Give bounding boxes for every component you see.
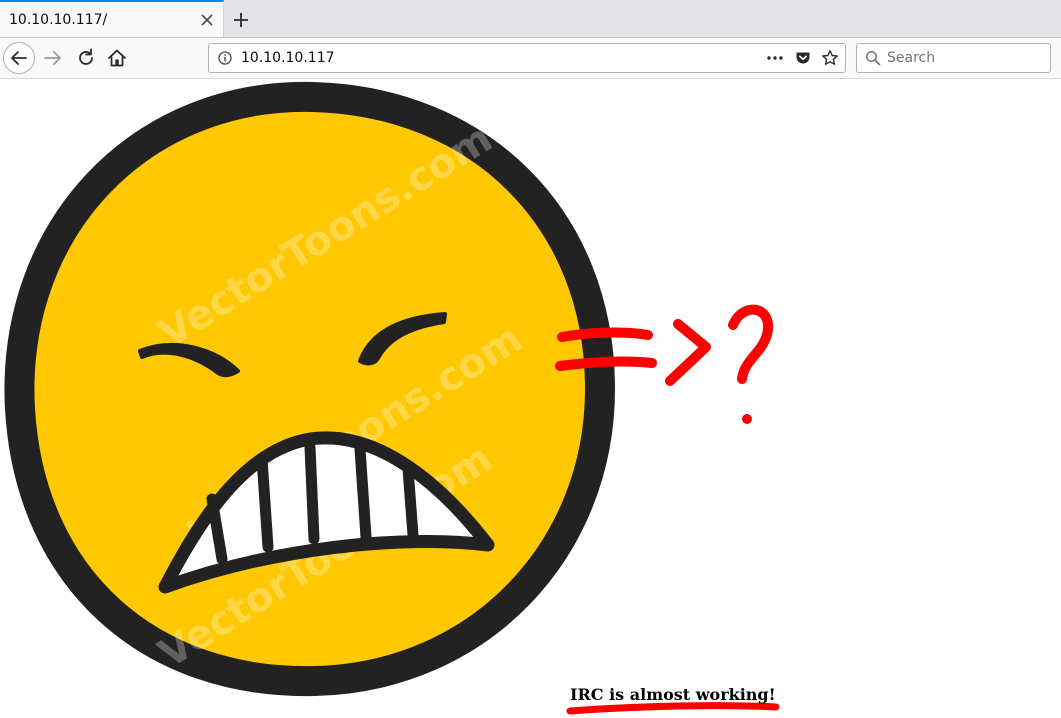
back-arrow-icon	[11, 51, 27, 65]
search-input[interactable]	[887, 48, 1042, 68]
more-icon[interactable]	[766, 51, 784, 65]
tab-title: 10.10.10.117/	[9, 12, 108, 28]
magnifier-icon	[865, 50, 881, 66]
caption-underline	[566, 702, 780, 715]
reload-icon[interactable]	[75, 47, 97, 69]
page-caption: IRC is almost working!	[570, 685, 776, 704]
face-circle	[4, 81, 615, 697]
home-icon[interactable]	[106, 47, 128, 69]
plus-icon[interactable]	[229, 8, 253, 32]
back-button[interactable]	[3, 42, 35, 74]
close-icon[interactable]	[197, 10, 217, 30]
star-icon[interactable]	[821, 49, 839, 67]
browser-window: 10.10.10.117/ 10.10.10.117 Search Vector…	[0, 0, 1061, 718]
url-text[interactable]: 10.10.10.117	[241, 50, 335, 66]
tab-strip: 10.10.10.117/	[0, 0, 1061, 38]
forward-arrow-icon[interactable]	[42, 47, 64, 69]
page-content: VectorToons.com VectorToons.com VectorTo…	[0, 79, 1061, 718]
nav-bar: 10.10.10.117	[0, 38, 1061, 79]
meme-image: VectorToons.com VectorToons.com VectorTo…	[4, 81, 780, 715]
pocket-icon[interactable]	[795, 50, 811, 66]
url-bar[interactable]: 10.10.10.117	[208, 43, 846, 73]
info-icon[interactable]	[218, 51, 232, 65]
search-bar[interactable]	[856, 43, 1051, 73]
tab-current[interactable]: 10.10.10.117/	[0, 0, 224, 37]
